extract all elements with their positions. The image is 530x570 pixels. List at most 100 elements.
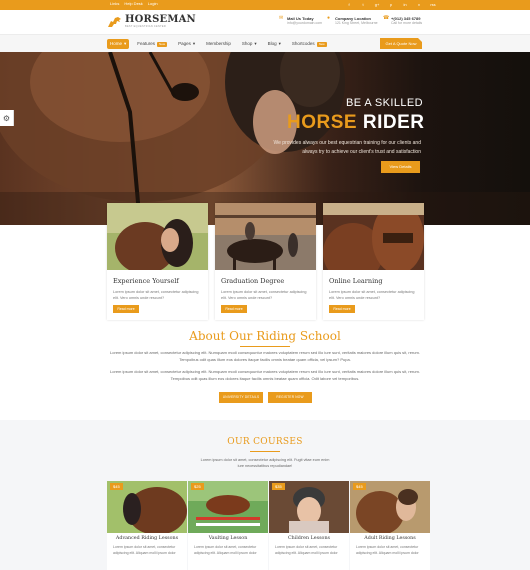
view-details-button[interactable]: View Details (381, 161, 420, 173)
logo[interactable]: HORSEMAN BEST EQUESTRIAN CENTER (107, 15, 196, 28)
chevron-down-icon: ▾ (254, 41, 257, 46)
courses-title: OUR COURSES (227, 437, 303, 447)
about-divider (240, 346, 290, 347)
pinterest-icon[interactable]: p (387, 1, 395, 9)
courses-divider (250, 451, 280, 452)
feature-card: Online Learning Lorem ipsum dolor sit am… (323, 203, 424, 320)
get-quote-button[interactable]: Get A Quote Now (380, 38, 422, 49)
nav-item-home[interactable]: Home ▾ (107, 39, 130, 49)
feature-text: Lorem ipsum dolor sit amet, consectetur … (221, 290, 307, 300)
twitter-icon[interactable]: t (359, 1, 367, 9)
university-details-button[interactable]: UNIVERSITY DETAILS (219, 392, 263, 403)
course-text: Lorem ipsum dolor sit amet, consectetur … (275, 545, 338, 555)
top-link-help-desk[interactable]: Help Desk (124, 1, 142, 6)
gear-icon[interactable]: ⚙ (0, 110, 14, 126)
read-more-button[interactable]: Read more (329, 305, 355, 313)
nav-label: Blog (267, 41, 277, 46)
feature-card: Experience Yourself Lorem ipsum dolor si… (107, 203, 208, 320)
nav-label: Shop (241, 41, 253, 46)
top-link-login[interactable]: Login (148, 1, 158, 6)
nav-label: Shortcodes (291, 41, 315, 46)
phone-icon: ☎ (383, 15, 390, 21)
top-bar: Links Help Desk Login f t g+ p in v rss (0, 0, 530, 10)
contact-location-value: 121 King Street, Melbourne (335, 21, 378, 25)
chevron-down-icon: ▾ (124, 41, 127, 46)
course-text: Lorem ipsum dolor sit amet, consectetur … (194, 545, 257, 555)
course-image: $25 (188, 481, 268, 533)
course-card[interactable]: $45 Advanced Riding Lessons Lorem ipsum … (107, 481, 187, 570)
header: HORSEMAN BEST EQUESTRIAN CENTER ✉ Mail U… (0, 10, 530, 34)
rss-icon[interactable]: rss (429, 1, 437, 9)
new-badge: New (316, 41, 327, 47)
course-price: $25 (191, 483, 204, 490)
nav-item-membership[interactable]: Membership (203, 39, 234, 49)
nav-label: Pages (178, 41, 191, 46)
top-links: Links Help Desk Login (110, 1, 158, 6)
feature-card: Graduation Degree Lorem ipsum dolor sit … (215, 203, 316, 320)
feature-image (323, 203, 424, 270)
nav-label: Membership (206, 41, 231, 46)
new-badge: New (157, 41, 168, 47)
nav-label: Home (110, 41, 123, 46)
course-price: $45 (353, 483, 366, 490)
courses-description: Lorem ipsum dolor sit amet, consectetur … (200, 458, 330, 468)
course-title: Children Lessons (287, 536, 331, 541)
hero-description: We provides always our best equestrian t… (273, 140, 422, 155)
feature-image (215, 203, 316, 270)
hero-subtitle: BE A SKILLED (346, 97, 423, 109)
top-link-links[interactable]: Links (110, 1, 119, 6)
main-nav: Home ▾ Features New Pages ▾ Membership S… (0, 34, 530, 52)
vimeo-icon[interactable]: v (415, 1, 423, 9)
nav-label: Features (137, 41, 156, 46)
about-paragraph: Lorem ipsum dolor sit amet, consectetur … (110, 350, 420, 362)
about-title: About Our Riding School (189, 329, 341, 343)
course-title: Advanced Riding Lessons (115, 536, 179, 541)
feature-title: Graduation Degree (221, 277, 285, 285)
horse-logo-icon (108, 16, 121, 27)
feature-image (107, 203, 208, 270)
chevron-down-icon: ▾ (278, 41, 281, 46)
nav-item-shortcodes[interactable]: Shortcodes New (289, 39, 330, 49)
mail-icon: ✉ (279, 15, 284, 21)
course-card[interactable]: $25 Vaulting Lesson Lorem ipsum dolor si… (188, 481, 268, 570)
hero-title-main: RIDER (362, 112, 425, 133)
feature-text: Lorem ipsum dolor sit amet, consectetur … (329, 290, 415, 300)
chevron-down-icon: ▾ (192, 41, 196, 46)
course-image: $45 (107, 481, 187, 533)
read-more-button[interactable]: Read more (113, 305, 139, 313)
register-now-button[interactable]: REGISTER NOW (268, 392, 312, 403)
feature-title: Experience Yourself (113, 277, 179, 285)
nav-item-shop[interactable]: Shop ▾ (239, 39, 260, 49)
logo-name: HORSEMAN (125, 14, 196, 25)
feature-text: Lorem ipsum dolor sit amet, consectetur … (113, 290, 199, 300)
logo-tagline: BEST EQUESTRIAN CENTER (125, 25, 167, 28)
contact-location: ● Company Location 121 King Street, Melb… (327, 16, 378, 26)
contact-mail: ✉ Mail Us Today info@yourdomain.com (279, 16, 322, 26)
nav-item-pages[interactable]: Pages ▾ (175, 39, 198, 49)
hero-title-accent: HORSE (287, 112, 358, 133)
linkedin-icon[interactable]: in (401, 1, 409, 9)
course-price: $45 (110, 483, 123, 490)
course-card[interactable]: $45 Adult Riding Lessons Lorem ipsum dol… (350, 481, 430, 570)
feature-title: Online Learning (329, 277, 383, 285)
hero-banner: ⚙ BE A SKILLED HORSE RIDER We provides a… (0, 52, 530, 225)
course-text: Lorem ipsum dolor sit amet, consectetur … (356, 545, 419, 555)
course-title: Adult Riding Lessons (364, 536, 416, 541)
nav-item-blog[interactable]: Blog ▾ (265, 39, 284, 49)
read-more-button[interactable]: Read more (221, 305, 247, 313)
google-plus-icon[interactable]: g+ (373, 1, 381, 9)
course-text: Lorem ipsum dolor sit amet, consectetur … (113, 545, 176, 555)
hero-image (0, 52, 530, 225)
about-paragraph: Lorem ipsum dolor sit amet, consectetur … (110, 369, 420, 381)
contact-phone-value: Call for more details (391, 21, 423, 25)
course-price: $35 (272, 483, 285, 490)
facebook-icon[interactable]: f (345, 1, 353, 9)
hero-title: HORSE RIDER (287, 112, 424, 134)
course-title: Vaulting Lesson (208, 536, 248, 541)
location-icon: ● (327, 15, 331, 21)
course-image: $45 (350, 481, 430, 533)
course-card[interactable]: $35 Children Lessons Lorem ipsum dolor s… (269, 481, 349, 570)
course-image: $35 (269, 481, 349, 533)
nav-item-features[interactable]: Features New (134, 39, 170, 49)
contact-phone: ☎ +(012) 345 6789 Call for more details (383, 16, 422, 26)
